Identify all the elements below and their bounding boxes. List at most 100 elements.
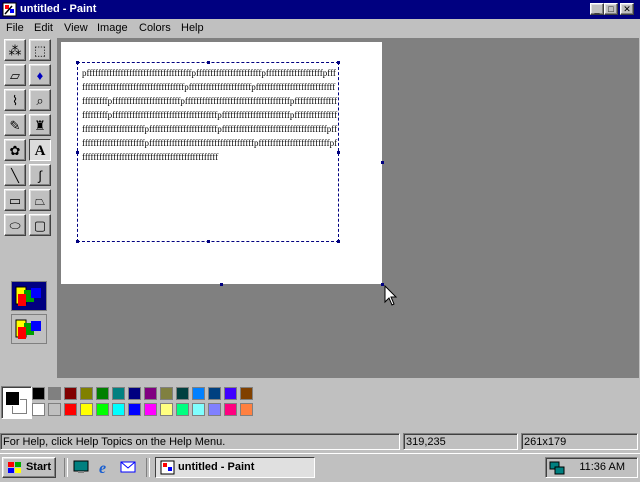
current-colors[interactable] bbox=[1, 386, 32, 419]
text-tool-icon: A bbox=[34, 143, 46, 159]
tool-ellipse[interactable]: ⬭ bbox=[4, 214, 26, 236]
palette-swatch[interactable] bbox=[48, 403, 61, 416]
taskbar-paint-button[interactable]: untitled - Paint bbox=[155, 457, 315, 478]
canvas-workspace: pfffffffffffffffffffffffffffffffffffffpf… bbox=[57, 38, 639, 378]
palette-swatch[interactable] bbox=[208, 387, 221, 400]
tool-airbrush[interactable]: ✿ bbox=[4, 139, 26, 161]
maximize-button[interactable]: □ bbox=[604, 3, 618, 15]
tool-select[interactable]: ⬚ bbox=[29, 39, 51, 61]
palette-swatch[interactable] bbox=[160, 403, 173, 416]
palette-swatch[interactable] bbox=[240, 403, 253, 416]
selection-handle[interactable] bbox=[337, 61, 340, 64]
internet-explorer-icon[interactable]: e bbox=[97, 459, 113, 477]
palette-swatch[interactable] bbox=[112, 403, 125, 416]
window-title: untitled - Paint bbox=[20, 3, 97, 15]
palette-swatch[interactable] bbox=[32, 387, 45, 400]
canvas-resize-handle[interactable] bbox=[381, 161, 384, 164]
palette-swatch[interactable] bbox=[80, 387, 93, 400]
show-desktop-icon[interactable] bbox=[73, 459, 89, 475]
rect-select-icon: ⬚ bbox=[33, 43, 47, 58]
menu-view[interactable]: View bbox=[64, 22, 88, 34]
mouse-pointer-icon bbox=[384, 284, 398, 310]
palette-swatch[interactable] bbox=[240, 387, 253, 400]
menu-edit[interactable]: Edit bbox=[34, 22, 53, 34]
palette-swatch[interactable] bbox=[144, 403, 157, 416]
tool-brush[interactable]: ♜ bbox=[29, 114, 51, 136]
network-icon[interactable] bbox=[549, 460, 565, 479]
status-coordinates: 319,235 bbox=[403, 433, 518, 450]
star-select-icon: ⁂ bbox=[8, 43, 22, 58]
selection-handle[interactable] bbox=[337, 151, 340, 154]
palette-swatch[interactable] bbox=[112, 387, 125, 400]
paint-task-icon bbox=[160, 460, 175, 482]
palette-swatch[interactable] bbox=[208, 403, 221, 416]
foreground-color-swatch[interactable] bbox=[5, 391, 20, 406]
canvas-resize-handle[interactable] bbox=[220, 283, 223, 286]
status-selection-size: 261x179 bbox=[521, 433, 638, 450]
palette-swatch[interactable] bbox=[96, 403, 109, 416]
palette-swatch[interactable] bbox=[224, 403, 237, 416]
tool-rectangle[interactable]: ▭ bbox=[4, 189, 26, 211]
selection-handle[interactable] bbox=[207, 240, 210, 243]
paint-app-icon[interactable] bbox=[2, 2, 17, 17]
palette-swatch[interactable] bbox=[160, 387, 173, 400]
eraser-icon: ▱ bbox=[10, 68, 20, 83]
menu-colors[interactable]: Colors bbox=[139, 22, 171, 34]
palette-swatch[interactable] bbox=[128, 387, 141, 400]
selection-handle[interactable] bbox=[76, 240, 79, 243]
palette-swatch[interactable] bbox=[224, 387, 237, 400]
clock[interactable]: 11:36 AM bbox=[579, 461, 625, 473]
palette-swatch[interactable] bbox=[48, 387, 61, 400]
close-button[interactable]: ✕ bbox=[620, 3, 634, 15]
palette-swatch[interactable] bbox=[192, 403, 205, 416]
brush-icon: ♜ bbox=[34, 118, 46, 133]
taskbar: Start e untitled - Paint 11:36 AM bbox=[0, 453, 640, 481]
selection-handle[interactable] bbox=[207, 61, 210, 64]
palette-swatch[interactable] bbox=[96, 387, 109, 400]
menu-help[interactable]: Help bbox=[181, 22, 204, 34]
tool-line[interactable]: ╲ bbox=[4, 164, 26, 186]
tool-pencil[interactable]: ✎ bbox=[4, 114, 26, 136]
palette-swatch[interactable] bbox=[80, 403, 93, 416]
image-canvas[interactable]: pfffffffffffffffffffffffffffffffffffffpf… bbox=[61, 42, 382, 284]
selection-handle[interactable] bbox=[337, 240, 340, 243]
title-bar[interactable]: untitled - Paint _ □ ✕ bbox=[0, 0, 640, 19]
taskbar-divider bbox=[64, 458, 68, 477]
system-tray: 11:36 AM bbox=[545, 457, 638, 478]
tool-rounded-rectangle[interactable]: ▢ bbox=[29, 214, 51, 236]
text-transparent-option[interactable] bbox=[11, 314, 47, 344]
tool-pick-color[interactable]: ⌇ bbox=[4, 89, 26, 111]
taskbar-divider bbox=[146, 458, 150, 477]
text-selection-box[interactable]: pfffffffffffffffffffffffffffffffffffffpf… bbox=[76, 61, 340, 243]
palette-swatch[interactable] bbox=[176, 387, 189, 400]
minimize-button[interactable]: _ bbox=[590, 3, 604, 15]
menu-file[interactable]: File bbox=[6, 22, 24, 34]
tool-polygon[interactable]: ⏢ bbox=[29, 189, 51, 211]
tool-fill[interactable]: ♦ bbox=[29, 64, 51, 86]
fill-bucket-icon: ♦ bbox=[36, 68, 44, 83]
status-help-text: For Help, click Help Topics on the Help … bbox=[0, 433, 400, 450]
task-label: untitled - Paint bbox=[178, 461, 255, 473]
palette-swatch[interactable] bbox=[176, 403, 189, 416]
selection-handle[interactable] bbox=[76, 61, 79, 64]
tool-eraser[interactable]: ▱ bbox=[4, 64, 26, 86]
palette-swatch[interactable] bbox=[192, 387, 205, 400]
palette-swatch[interactable] bbox=[128, 403, 141, 416]
start-button[interactable]: Start bbox=[2, 457, 56, 478]
color-palette bbox=[0, 380, 640, 428]
rounded-rect-icon: ▢ bbox=[33, 218, 47, 233]
palette-swatch[interactable] bbox=[64, 387, 77, 400]
tool-text[interactable]: A bbox=[29, 139, 51, 161]
text-opaque-option[interactable] bbox=[11, 281, 47, 311]
tool-magnifier[interactable]: ⌕ bbox=[29, 89, 51, 111]
selection-handle[interactable] bbox=[76, 151, 79, 154]
tool-free-form-select[interactable]: ⁂ bbox=[4, 39, 26, 61]
canvas-text[interactable]: pfffffffffffffffffffffffffffffffffffffpf… bbox=[82, 66, 338, 164]
palette-swatch[interactable] bbox=[144, 387, 157, 400]
palette-swatch[interactable] bbox=[64, 403, 77, 416]
line-icon: ╲ bbox=[11, 168, 19, 183]
palette-swatch[interactable] bbox=[32, 403, 45, 416]
menu-image[interactable]: Image bbox=[97, 22, 128, 34]
tool-curve[interactable]: ∫ bbox=[29, 164, 51, 186]
outlook-express-icon[interactable] bbox=[120, 459, 136, 475]
